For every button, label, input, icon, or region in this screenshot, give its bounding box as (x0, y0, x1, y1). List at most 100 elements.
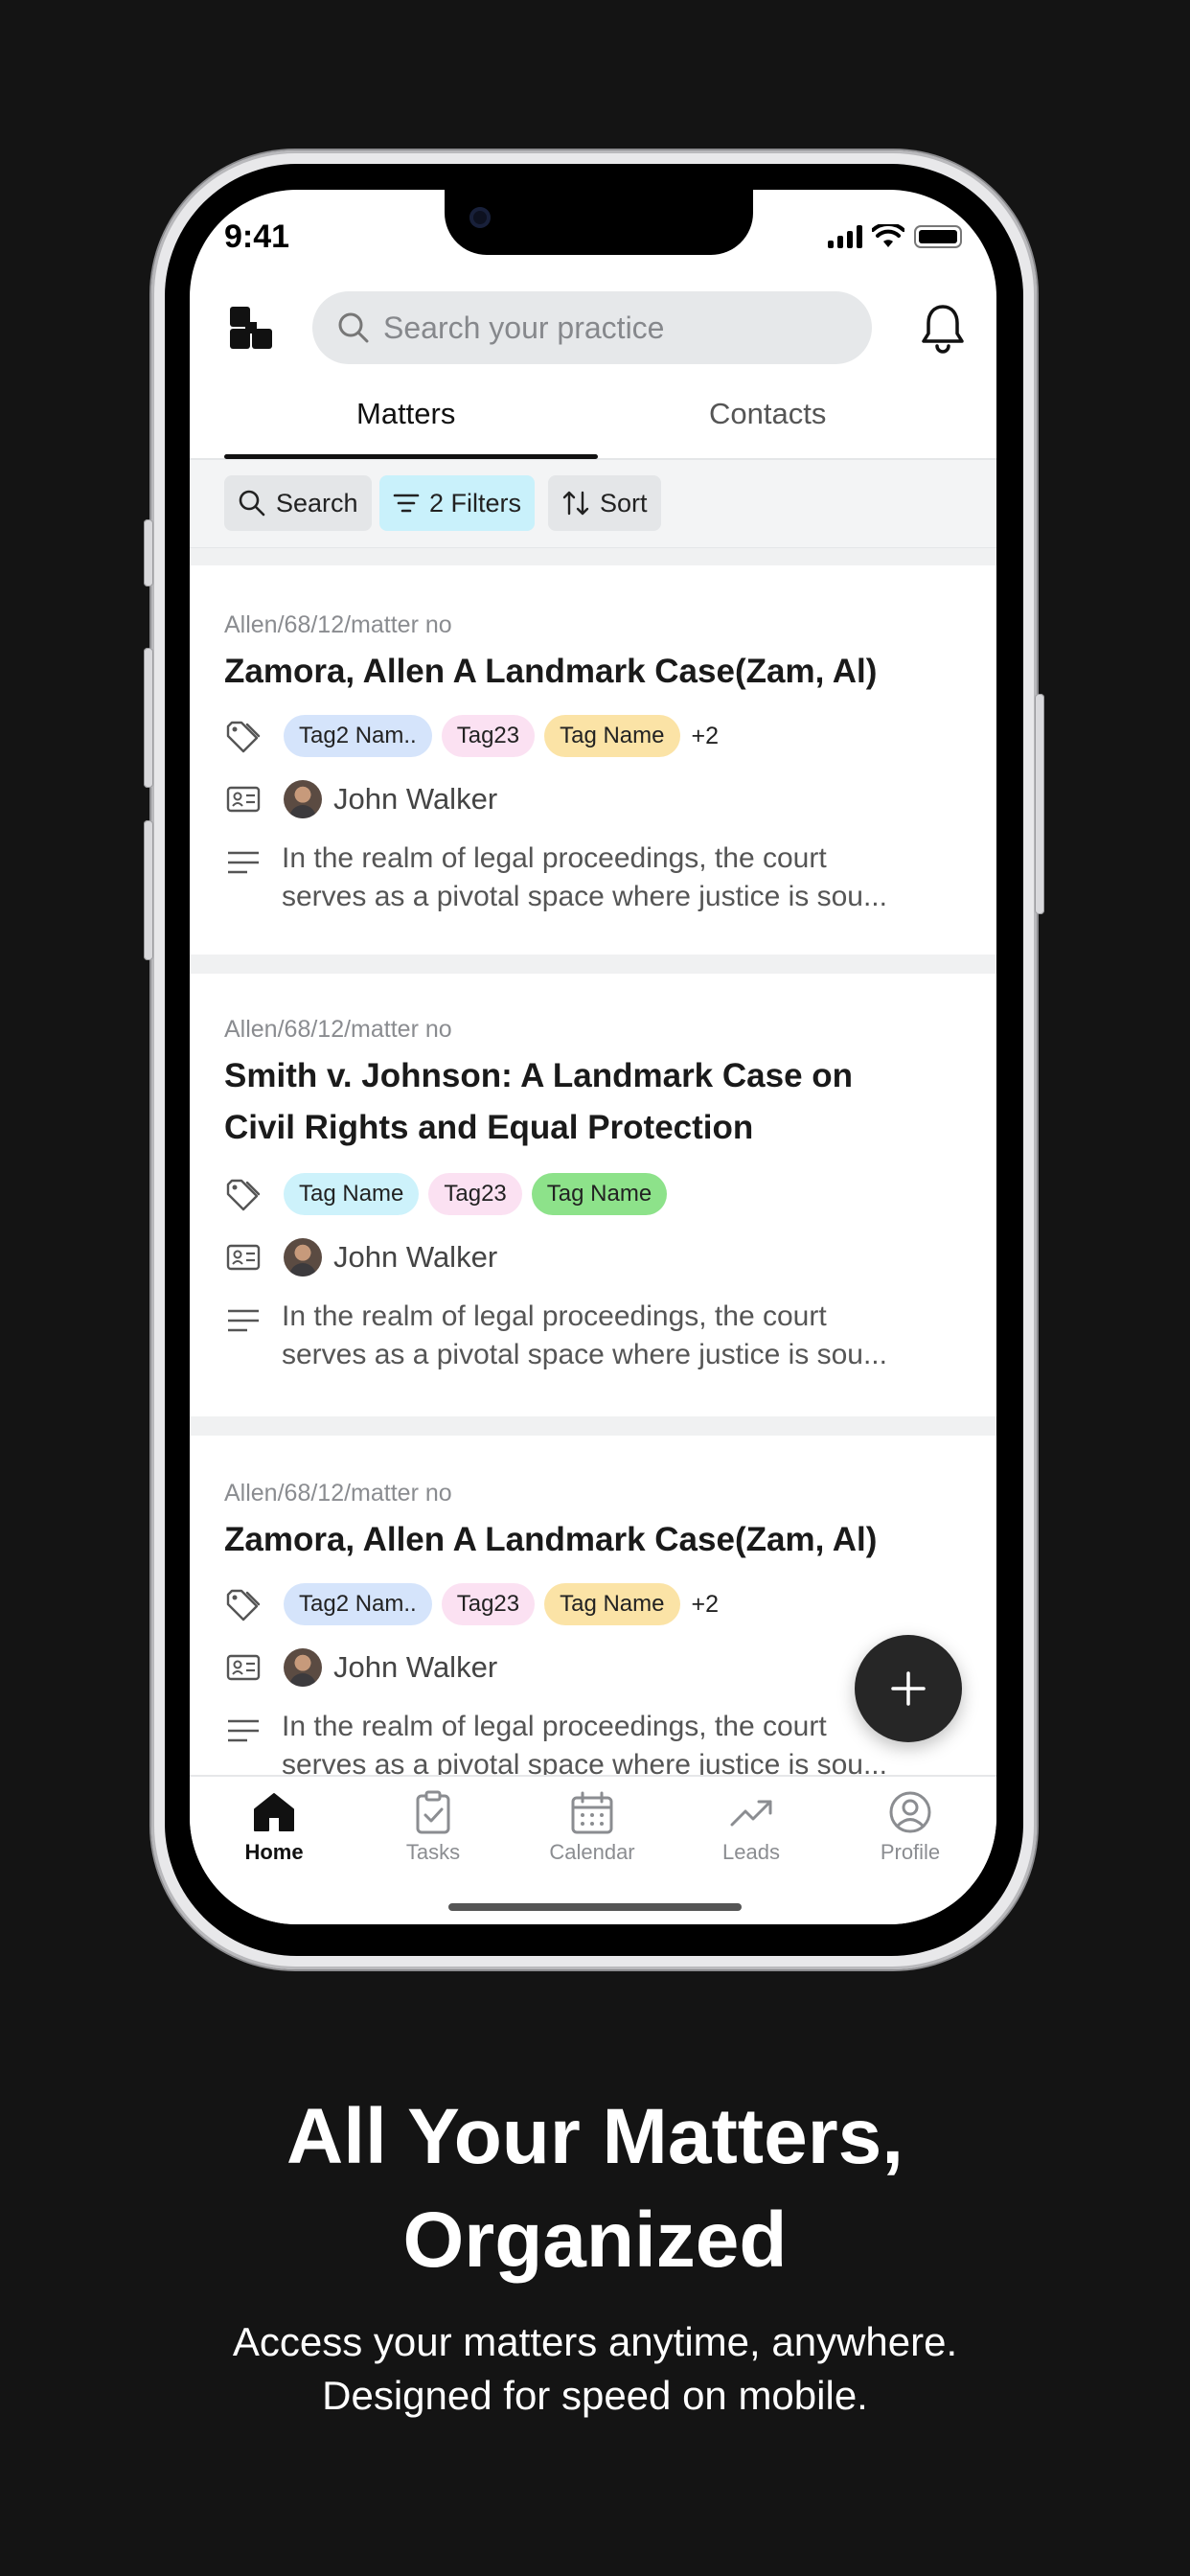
matter-card[interactable]: Allen/68/12/matter no Smith v. Johnson: … (190, 974, 996, 1416)
description-icon (228, 1719, 259, 1742)
contact-card-icon (226, 1244, 261, 1271)
marketing-subline: Access your matters anytime, anywhere. D… (0, 2315, 1190, 2423)
wifi-icon (872, 224, 904, 247)
tag-chip[interactable]: Tag Name (544, 1583, 680, 1625)
tag-chip[interactable]: Tag Name (531, 1173, 668, 1215)
matter-number: Allen/68/12/matter no (224, 1016, 452, 1043)
nav-calendar[interactable]: Calendar (525, 1790, 659, 1865)
tag-chip[interactable]: Tag Name (544, 715, 680, 757)
matter-card[interactable]: Allen/68/12/matter no Zamora, Allen A La… (190, 565, 996, 954)
matter-title-line2: Civil Rights and Equal Protection (224, 1109, 754, 1146)
front-camera (469, 207, 491, 228)
description-icon (228, 851, 259, 874)
nav-home[interactable]: Home (207, 1790, 341, 1865)
volume-up-button (144, 648, 153, 788)
nav-tasks[interactable]: Tasks (366, 1790, 500, 1865)
filter-icon (393, 494, 420, 513)
subline-line1: Access your matters anytime, anywhere. (232, 2319, 958, 2364)
practice-search-input[interactable]: Search your practice (312, 291, 872, 364)
contact-card-icon (226, 1654, 261, 1681)
nav-home-label: Home (244, 1840, 304, 1864)
bottom-navigation: Home Tasks Calendar Leads Profile (190, 1775, 996, 1924)
description-icon (228, 1309, 259, 1332)
avatar (284, 1648, 322, 1687)
matters-contacts-tabs: Matters Contacts (190, 383, 996, 460)
tag-chip[interactable]: Tag2 Nam.. (284, 1583, 432, 1625)
nav-profile[interactable]: Profile (843, 1790, 977, 1865)
filter-toolbar: Search 2 Filters Sort (190, 460, 996, 548)
status-time: 9:41 (224, 218, 290, 255)
sort-button-label: Sort (600, 488, 648, 518)
more-tags-count[interactable]: +2 (692, 723, 720, 750)
matter-title: Zamora, Allen A Landmark Case(Zam, Al) (224, 653, 878, 690)
card-separator (190, 954, 996, 974)
matter-description-line1: In the realm of legal proceedings, the c… (282, 842, 827, 874)
tag-chip[interactable]: Tag23 (428, 1173, 522, 1215)
matter-number: Allen/68/12/matter no (224, 611, 452, 638)
add-matter-button[interactable] (855, 1635, 962, 1742)
active-tab-indicator (224, 454, 598, 459)
filters-button-label: 2 Filters (429, 488, 522, 518)
power-button (1035, 694, 1044, 914)
plus-icon (891, 1671, 926, 1706)
user-circle-icon (889, 1791, 931, 1833)
search-button[interactable]: Search (224, 475, 372, 531)
nav-profile-label: Profile (880, 1840, 941, 1864)
responsible-person: John Walker (333, 1240, 498, 1274)
tag-chip[interactable]: Tag Name (284, 1173, 420, 1215)
nav-calendar-label: Calendar (549, 1840, 635, 1864)
card-separator (190, 1416, 996, 1436)
matter-number: Allen/68/12/matter no (224, 1480, 452, 1506)
trending-up-icon (730, 1800, 772, 1827)
filters-button[interactable]: 2 Filters (379, 475, 536, 531)
tag-icon (226, 1589, 261, 1622)
contact-card-icon (226, 786, 261, 813)
home-indicator[interactable] (448, 1903, 742, 1911)
tag-chip[interactable]: Tag23 (441, 715, 536, 757)
avatar (284, 1238, 322, 1276)
card-separator (190, 548, 996, 565)
responsible-person: John Walker (333, 1650, 498, 1684)
tab-contacts[interactable]: Contacts (709, 397, 826, 431)
headline-line2: Organized (402, 2196, 788, 2284)
nav-tasks-label: Tasks (405, 1840, 461, 1864)
home-icon (254, 1793, 294, 1831)
clipboard-check-icon (416, 1790, 450, 1834)
tag-icon (226, 1179, 261, 1211)
app-store-screenshot: 9:41 Search your practice Matters Contac… (0, 0, 1190, 2576)
app-logo-icon (230, 307, 272, 349)
more-tags-count[interactable]: +2 (692, 1591, 720, 1619)
search-icon (239, 490, 265, 517)
app-header: Search your practice (190, 284, 996, 383)
calendar-icon (571, 1791, 613, 1834)
matter-description-line1: In the realm of legal proceedings, the c… (282, 1300, 827, 1332)
sort-button[interactable]: Sort (548, 475, 661, 531)
tag-chip[interactable]: Tag23 (441, 1583, 536, 1625)
matter-description-line2: serves as a pivotal space where justice … (282, 1339, 887, 1370)
search-placeholder: Search your practice (383, 310, 665, 345)
tag-chip[interactable]: Tag2 Nam.. (284, 715, 432, 757)
battery-icon (914, 225, 962, 248)
tag-list: Tag Name Tag23 Tag Name (284, 1173, 668, 1215)
subline-line2: Designed for speed on mobile. (322, 2373, 868, 2418)
matter-description-line2: serves as a pivotal space where justice … (282, 881, 887, 912)
notch (445, 190, 753, 255)
phone-screen: 9:41 Search your practice Matters Contac… (190, 190, 996, 1924)
matter-title: Zamora, Allen A Landmark Case(Zam, Al) (224, 1521, 878, 1558)
search-button-label: Search (276, 488, 358, 518)
notification-bell-icon[interactable] (918, 301, 968, 355)
tag-list: Tag2 Nam.. Tag23 Tag Name +2 (284, 715, 719, 757)
responsible-person: John Walker (333, 782, 498, 816)
signal-icon (828, 225, 862, 248)
nav-leads-label: Leads (722, 1840, 780, 1864)
headline-line1: All Your Matters, (286, 2093, 904, 2180)
marketing-headline: All Your Matters, Organized (0, 2085, 1190, 2292)
tag-list: Tag2 Nam.. Tag23 Tag Name +2 (284, 1583, 719, 1625)
mute-switch (144, 519, 153, 586)
sort-arrows-icon (562, 491, 589, 516)
volume-down-button (144, 820, 153, 960)
tab-matters[interactable]: Matters (356, 397, 455, 431)
avatar (284, 780, 322, 818)
tag-icon (226, 721, 261, 753)
nav-leads[interactable]: Leads (684, 1790, 818, 1865)
